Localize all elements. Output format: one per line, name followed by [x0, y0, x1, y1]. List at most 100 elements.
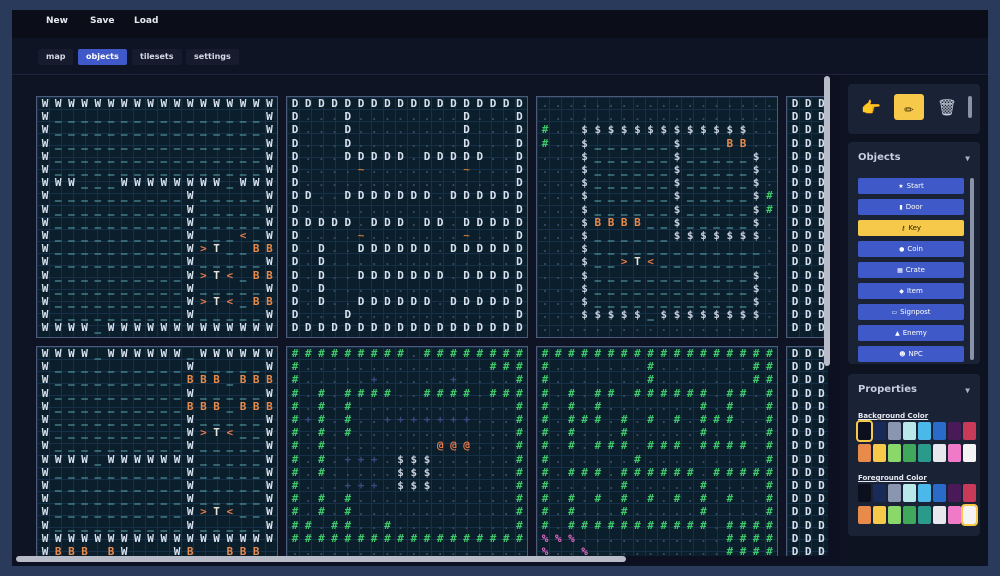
map-tile[interactable]: .	[474, 203, 486, 216]
map-tile[interactable]: D	[315, 269, 327, 282]
map-tile[interactable]: #	[631, 348, 643, 360]
map-tile[interactable]: #	[315, 493, 327, 505]
map-tile[interactable]: W	[263, 124, 275, 136]
map-tile[interactable]: W	[263, 309, 275, 321]
map-tile[interactable]: .	[408, 493, 420, 505]
map-tile[interactable]: _	[605, 150, 617, 163]
map-tile[interactable]: .	[539, 150, 551, 163]
map-tile[interactable]: #	[289, 532, 301, 545]
map-tile[interactable]: _	[92, 546, 104, 557]
map-tile[interactable]: .	[565, 546, 577, 557]
map-tile[interactable]: .	[315, 203, 327, 216]
map-tile[interactable]: .	[329, 400, 341, 413]
map-tile[interactable]: D	[802, 453, 814, 466]
map-tile[interactable]: W	[105, 532, 117, 545]
map-tile[interactable]: D	[802, 216, 814, 229]
map-tile[interactable]: _	[645, 150, 657, 163]
map-tile[interactable]: .	[342, 466, 354, 479]
map-tile[interactable]: $	[724, 309, 736, 321]
map-tile[interactable]: B	[211, 374, 223, 386]
map-tile[interactable]: _	[224, 282, 236, 295]
map-tile[interactable]: D	[342, 190, 354, 202]
map-tile[interactable]: B	[105, 546, 117, 557]
map-tile[interactable]: _	[605, 243, 617, 255]
foreground-color-swatch[interactable]	[888, 484, 901, 502]
map-tile[interactable]: _	[118, 414, 130, 426]
map-tile[interactable]: B	[250, 374, 262, 386]
map-tile[interactable]: W	[237, 177, 249, 189]
map-tile[interactable]: #	[763, 414, 775, 426]
map-tile[interactable]: D	[461, 124, 473, 136]
map-tile[interactable]: _	[197, 282, 209, 295]
map-tile[interactable]: .	[355, 493, 367, 505]
map-tile[interactable]: .	[618, 374, 630, 386]
map-tile[interactable]: _	[145, 190, 157, 202]
map-tile[interactable]: _	[171, 480, 183, 492]
map-tile[interactable]: #	[539, 493, 551, 505]
map-tile[interactable]: #	[750, 361, 762, 373]
map-tile[interactable]: .	[447, 203, 459, 216]
map-tile[interactable]: .	[500, 546, 512, 557]
map-tile[interactable]: .	[381, 480, 393, 492]
map-tile[interactable]: _	[118, 296, 130, 308]
map-tile[interactable]: D	[789, 282, 801, 295]
map-tile[interactable]: .	[315, 164, 327, 176]
map-tile[interactable]: .	[329, 466, 341, 479]
map-tile[interactable]: _	[211, 150, 223, 163]
map-tile[interactable]: _	[171, 269, 183, 282]
map-tile[interactable]: .	[434, 230, 446, 242]
map-tile[interactable]: .	[658, 414, 670, 426]
map-tile[interactable]: _	[79, 216, 91, 229]
map-tile[interactable]: #	[539, 519, 551, 532]
map-tile[interactable]: W	[65, 177, 77, 189]
map-tile[interactable]: .	[645, 532, 657, 545]
map-tile[interactable]: W	[39, 243, 51, 255]
map-tile[interactable]: .	[434, 546, 446, 557]
map-tile[interactable]: .	[302, 296, 314, 308]
map-tile[interactable]: _	[105, 493, 117, 505]
map-tile[interactable]: D	[815, 519, 827, 532]
map-tile[interactable]: .	[329, 506, 341, 518]
map-tile[interactable]: _	[618, 203, 630, 216]
map-tile[interactable]: _	[171, 203, 183, 216]
map-tile[interactable]: #	[658, 440, 670, 452]
map-tile[interactable]: #	[513, 506, 525, 518]
map-tile[interactable]: #	[724, 466, 736, 479]
map-tile[interactable]: .	[552, 269, 564, 282]
map-tile[interactable]: #	[763, 387, 775, 400]
map-tile[interactable]: _	[131, 111, 143, 123]
map-tile[interactable]: _	[645, 269, 657, 282]
map-tile[interactable]: .	[447, 493, 459, 505]
map-tile[interactable]: .	[408, 440, 420, 452]
map-tile[interactable]: _	[131, 190, 143, 202]
map-tile[interactable]: $	[579, 256, 591, 268]
map-tile[interactable]: .	[750, 137, 762, 150]
map-tile[interactable]: .	[737, 400, 749, 413]
map-tile[interactable]: .	[315, 137, 327, 150]
map-tile[interactable]: .	[605, 546, 617, 557]
map-tile[interactable]: _	[658, 150, 670, 163]
map-tile[interactable]: _	[224, 124, 236, 136]
map-tile[interactable]: D	[474, 190, 486, 202]
map-tile[interactable]: D	[368, 322, 380, 334]
map-tile[interactable]: _	[118, 111, 130, 123]
map-tile[interactable]: W	[263, 506, 275, 518]
map-tile[interactable]: _	[684, 137, 696, 150]
map-tile[interactable]: _	[592, 177, 604, 189]
map-tile[interactable]: #	[724, 532, 736, 545]
map-tile[interactable]: _	[224, 111, 236, 123]
map-screen[interactable]: DDDDDDDDDDDDDDDDDDDDDDDDDDDDDDDDDDDDDDDD…	[786, 96, 828, 338]
map-tile[interactable]: _	[224, 177, 236, 189]
map-tile[interactable]: .	[342, 296, 354, 308]
map-tile[interactable]: .	[500, 400, 512, 413]
map-tile[interactable]: +	[381, 414, 393, 426]
map-tile[interactable]: #	[645, 414, 657, 426]
map-tile[interactable]: #	[565, 506, 577, 518]
map-tile[interactable]: W	[211, 348, 223, 360]
map-tile[interactable]: .	[487, 466, 499, 479]
map-tile[interactable]: B	[184, 400, 196, 413]
map-tile[interactable]: _	[250, 150, 262, 163]
map-tile[interactable]: D	[421, 269, 433, 282]
map-tile[interactable]: .	[355, 137, 367, 150]
map-tile[interactable]: _	[118, 124, 130, 136]
